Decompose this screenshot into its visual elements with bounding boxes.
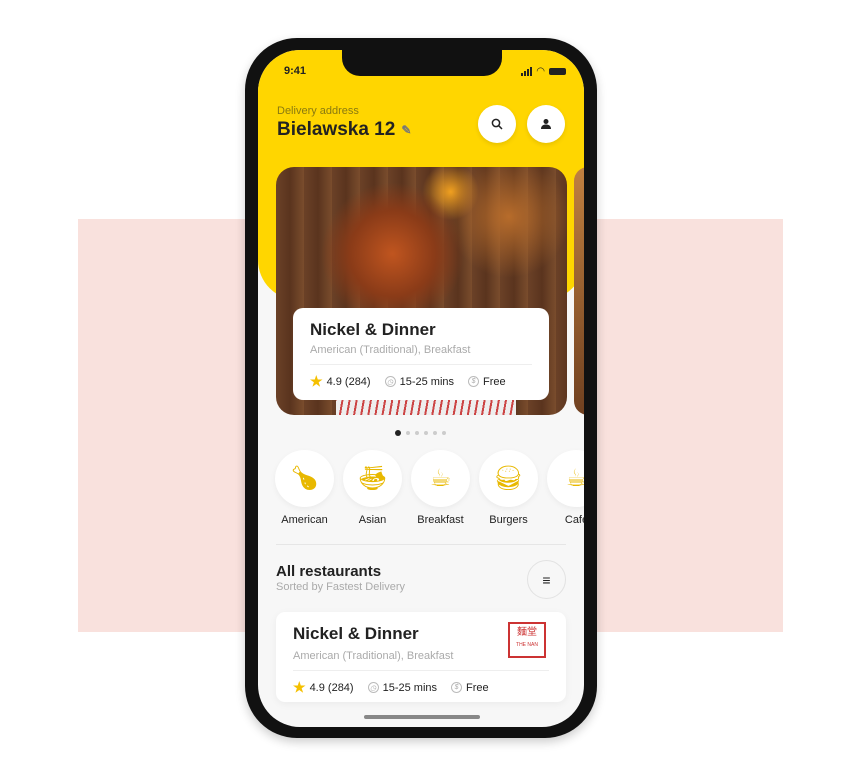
category-label: Breakfast: [417, 514, 464, 526]
logo-text: 麵堂: [517, 627, 537, 638]
edit-pencil-icon[interactable]: ✎: [401, 123, 411, 137]
star-icon: ★: [310, 373, 323, 389]
category-label: Asian: [358, 514, 387, 526]
next-carousel-card[interactable]: [574, 167, 584, 415]
burger-icon: 🍔︎: [479, 450, 538, 507]
notch: [342, 50, 502, 76]
restaurant-logo: 麵堂 THE NAN: [508, 622, 546, 658]
page-dot[interactable]: [424, 431, 428, 435]
featured-restaurant-card[interactable]: Nickel & Dinner American (Traditional), …: [293, 308, 549, 400]
category-burgers[interactable]: 🍔︎ Burgers: [479, 450, 538, 526]
profile-button[interactable]: [527, 105, 565, 143]
category-breakfast[interactable]: ☕︎ Breakfast: [411, 450, 470, 526]
logo-subtext: THE NAN: [516, 642, 538, 648]
delivery-fee: Free: [466, 681, 489, 694]
carousel-pagination[interactable]: [395, 430, 446, 436]
timer-icon: ◷: [384, 376, 396, 387]
search-button[interactable]: [478, 105, 516, 143]
section-title: All restaurants: [276, 563, 382, 580]
search-icon: [491, 118, 503, 130]
category-label: Burgers: [489, 514, 528, 526]
page-dot[interactable]: [406, 431, 410, 435]
user-icon: [541, 119, 551, 129]
page-dot[interactable]: [433, 431, 437, 435]
delivery-fee: Free: [483, 375, 506, 388]
timer-icon: ◷: [367, 682, 379, 693]
restaurant-name: Nickel & Dinner: [310, 320, 436, 339]
rating: 4.9 (284): [326, 375, 371, 388]
category-asian[interactable]: 🍜︎ Asian: [343, 450, 402, 526]
category-list: 🍗︎ American 🍜︎ Asian ☕︎ Breakfast 🍔︎ Burgers…: [275, 450, 584, 526]
status-icons: ◠: [521, 66, 566, 77]
home-indicator[interactable]: [364, 715, 480, 719]
wifi-icon: ◠: [536, 66, 545, 77]
app-screen: 9:41 ◠ Delivery address Bielawska 12 ✎ Ni…: [258, 50, 584, 727]
delivery-time: 15-25 mins: [399, 375, 455, 388]
page-dot[interactable]: [415, 431, 419, 435]
restaurant-cuisine: American (Traditional), Breakfast: [310, 344, 532, 365]
page-dot[interactable]: [442, 431, 446, 435]
star-icon: ★: [293, 679, 306, 695]
category-american[interactable]: 🍗︎ American: [275, 450, 334, 526]
delivery-address[interactable]: Bielawska 12 ✎: [277, 119, 411, 141]
breakfast-icon: ☕︎: [411, 450, 470, 507]
dollar-icon: $: [468, 376, 480, 387]
address-text: Bielawska 12: [277, 119, 396, 140]
teapot-icon: ☕︎: [547, 450, 584, 507]
category-cafe[interactable]: ☕︎ Cafe: [547, 450, 584, 526]
category-label: Cafe: [564, 514, 584, 526]
battery-icon: [549, 68, 566, 75]
rating: 4.9 (284): [309, 681, 354, 694]
divider: [276, 544, 566, 545]
noodle-bowl-icon: 🍜︎: [343, 450, 402, 507]
signal-icon: [521, 67, 533, 76]
status-time: 9:41: [284, 65, 307, 77]
filter-button[interactable]: ≡: [527, 560, 566, 599]
dollar-icon: $: [451, 682, 463, 693]
restaurant-list-item[interactable]: Nickel & Dinner American (Traditional), …: [276, 612, 566, 702]
delivery-address-label: Delivery address: [277, 105, 359, 117]
delivery-time: 15-25 mins: [382, 681, 438, 694]
phone-frame: 9:41 ◠ Delivery address Bielawska 12 ✎ Ni…: [245, 38, 597, 738]
chicken-leg-icon: 🍗︎: [275, 450, 334, 507]
page-dot[interactable]: [395, 430, 401, 436]
category-label: American: [281, 514, 328, 526]
section-subtitle: Sorted by Fastest Delivery: [276, 581, 405, 593]
sliders-icon: ≡: [542, 571, 551, 588]
